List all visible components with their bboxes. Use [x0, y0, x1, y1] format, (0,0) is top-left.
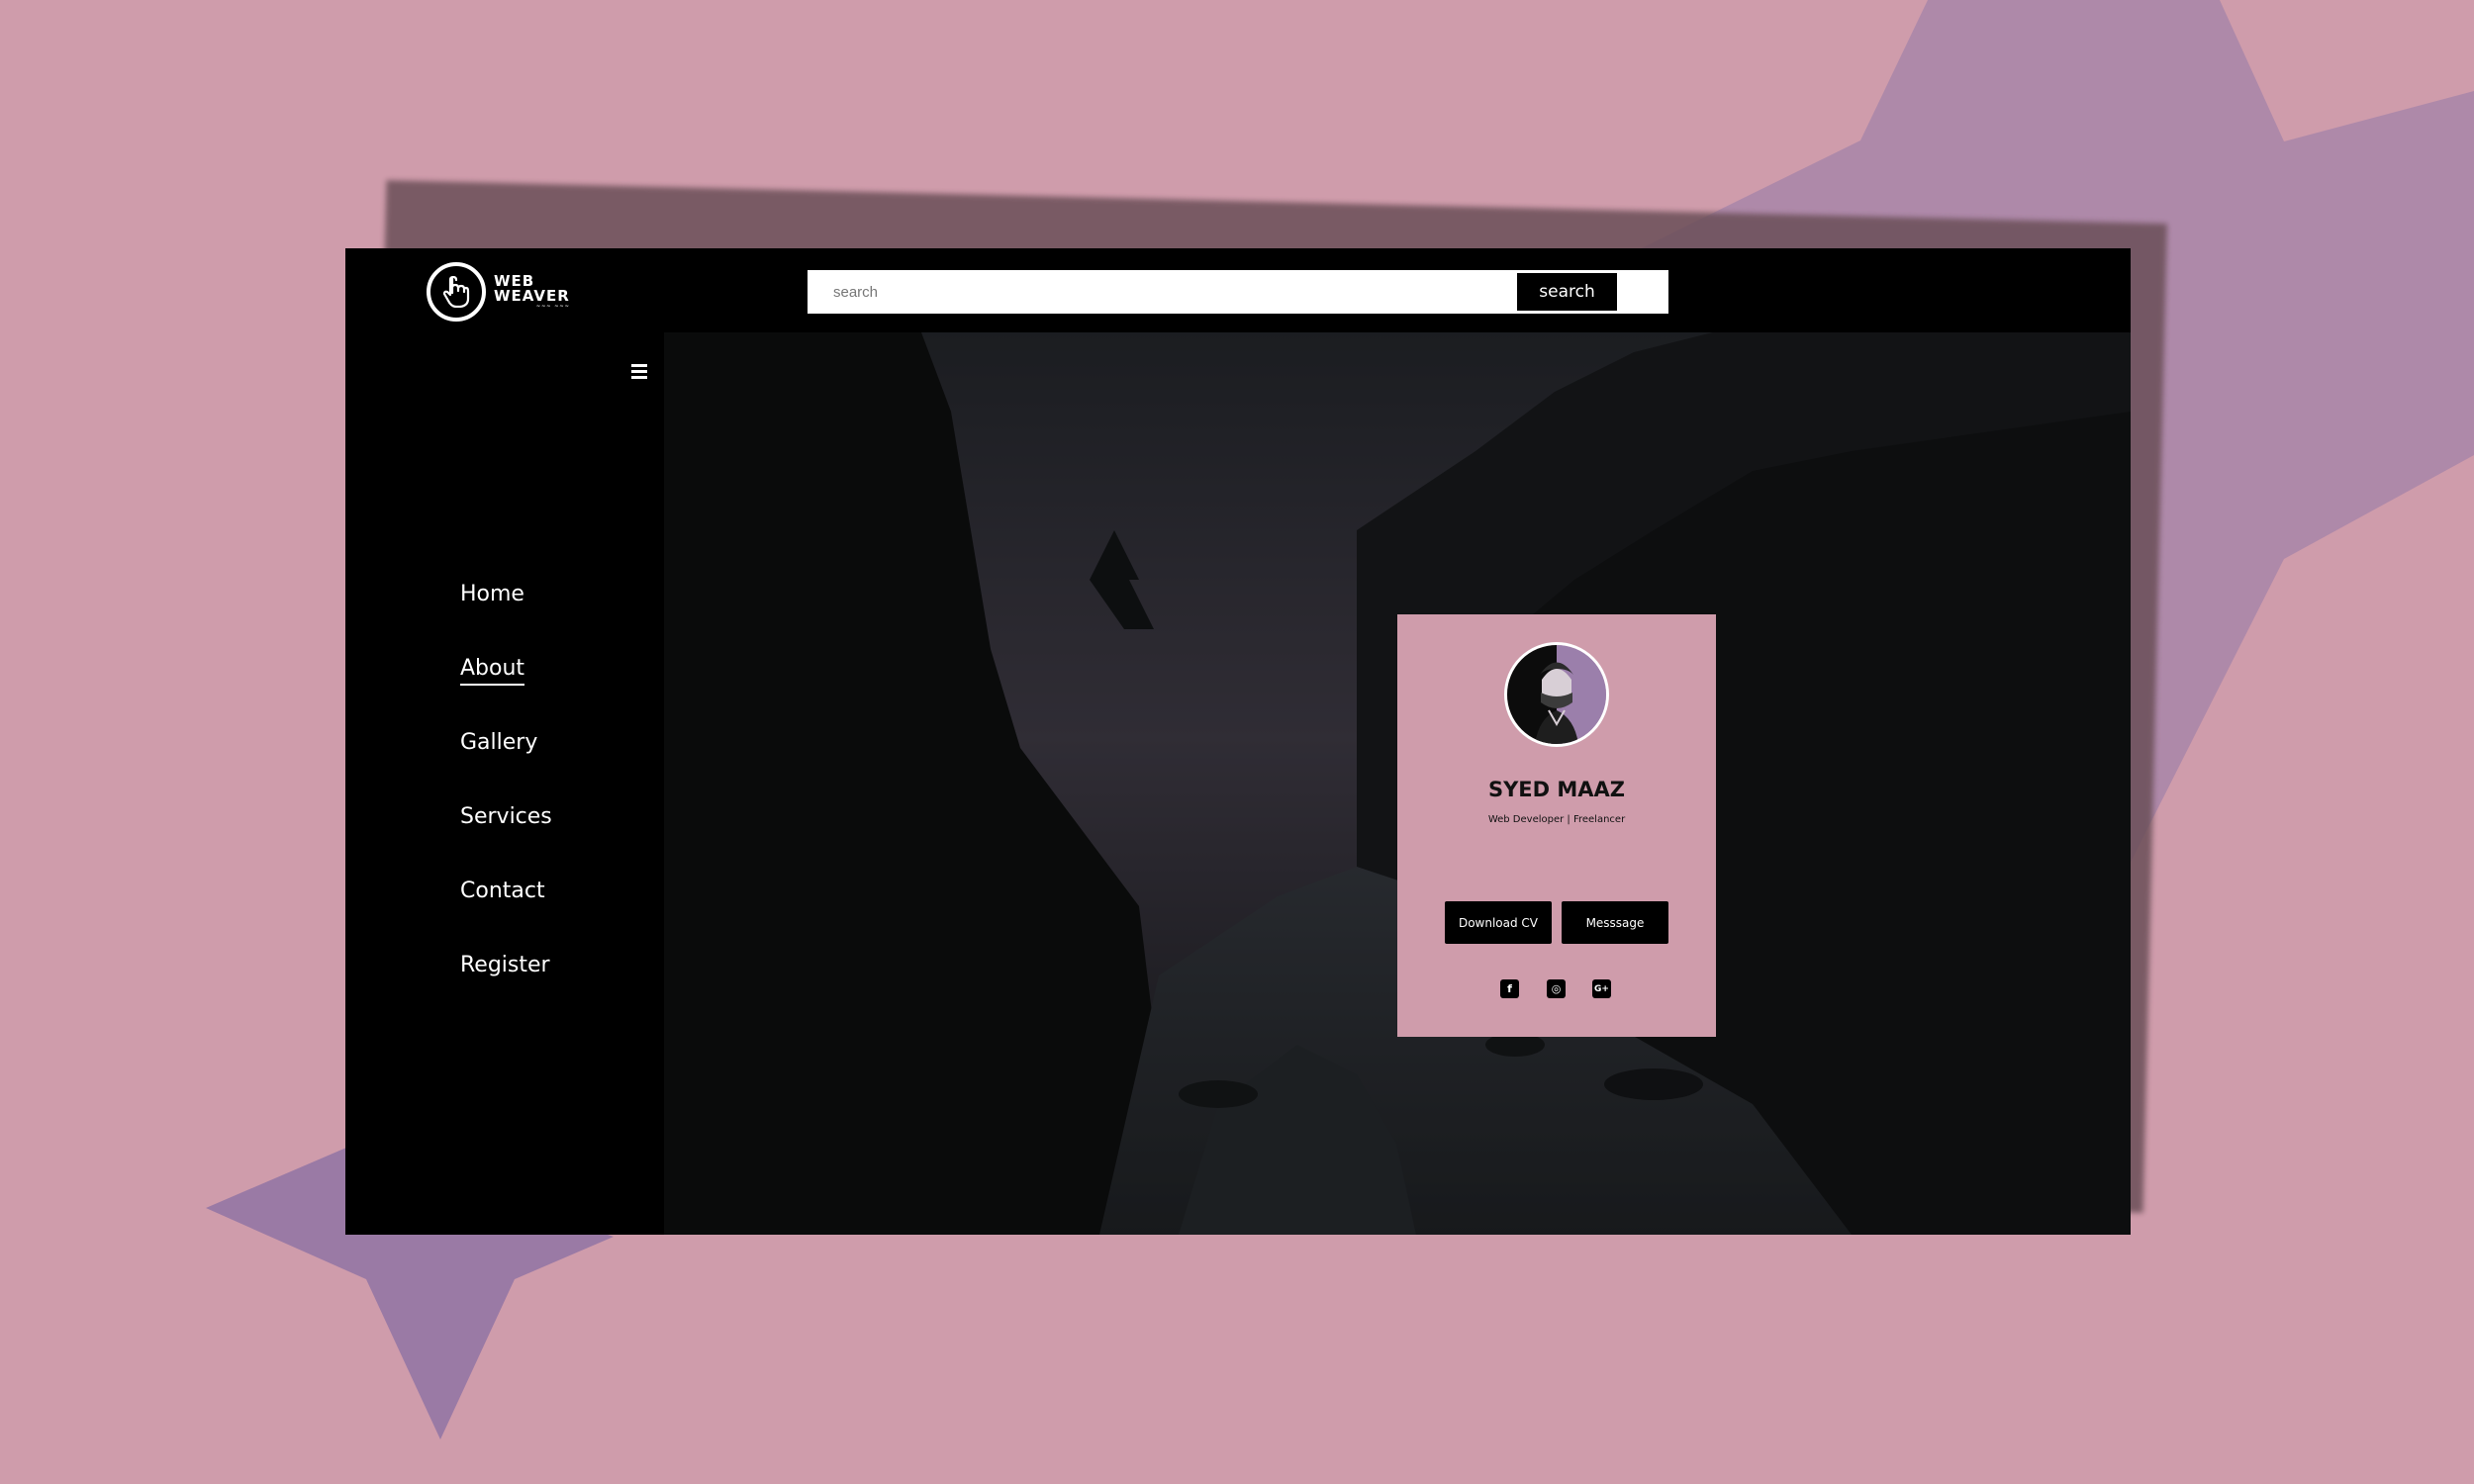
profile-card: SYED MAAZ Web Developer | Freelancer Dow… [1397, 614, 1716, 1037]
sidebar-item-home[interactable]: Home [460, 582, 552, 656]
brand-wordmark: WEB WEAVER ~~~ ~~~ [494, 274, 570, 311]
sidebar-item-label: Contact [460, 879, 545, 903]
profile-role: Web Developer | Freelancer [1487, 814, 1626, 825]
avatar [1504, 642, 1609, 747]
sidebar-item-contact[interactable]: Contact [460, 879, 552, 953]
sidebar: Home About Gallery Services Contact Regi… [345, 332, 664, 1235]
brand-logo[interactable]: WEB WEAVER ~~~ ~~~ [427, 262, 570, 322]
sidebar-item-label: About [460, 656, 525, 686]
app-window: WEB WEAVER ~~~ ~~~ search Home About Gal… [345, 248, 2131, 1235]
hero-background-image: SYED MAAZ Web Developer | Freelancer Dow… [664, 332, 2131, 1235]
top-bar: WEB WEAVER ~~~ ~~~ search [345, 248, 2131, 332]
sidebar-item-about[interactable]: About [460, 656, 552, 730]
sidebar-item-label: Register [460, 953, 550, 977]
sidebar-item-services[interactable]: Services [460, 804, 552, 879]
hamburger-icon[interactable] [631, 364, 647, 382]
sidebar-item-label: Services [460, 804, 552, 829]
search-bar: search [808, 270, 1668, 314]
masked-man-avatar-icon [1507, 645, 1606, 744]
google-plus-icon[interactable]: G+ [1592, 979, 1611, 998]
brand-line-2: WEAVER [494, 287, 570, 305]
social-links: f ◎ G+ [1500, 979, 1613, 999]
profile-name: SYED MAAZ [1487, 778, 1626, 801]
message-button[interactable]: Messsage [1562, 901, 1668, 944]
sidebar-item-label: Home [460, 582, 524, 606]
instagram-icon[interactable]: ◎ [1547, 979, 1566, 998]
sidebar-item-gallery[interactable]: Gallery [460, 730, 552, 804]
sidebar-item-register[interactable]: Register [460, 953, 552, 1027]
facebook-icon[interactable]: f [1500, 979, 1519, 998]
pointing-hand-icon [427, 262, 486, 322]
sidebar-item-label: Gallery [460, 730, 538, 755]
search-input[interactable] [831, 276, 1508, 308]
download-cv-button[interactable]: Download CV [1445, 901, 1552, 944]
sidebar-nav: Home About Gallery Services Contact Regi… [460, 582, 552, 1027]
search-button[interactable]: search [1517, 273, 1617, 311]
